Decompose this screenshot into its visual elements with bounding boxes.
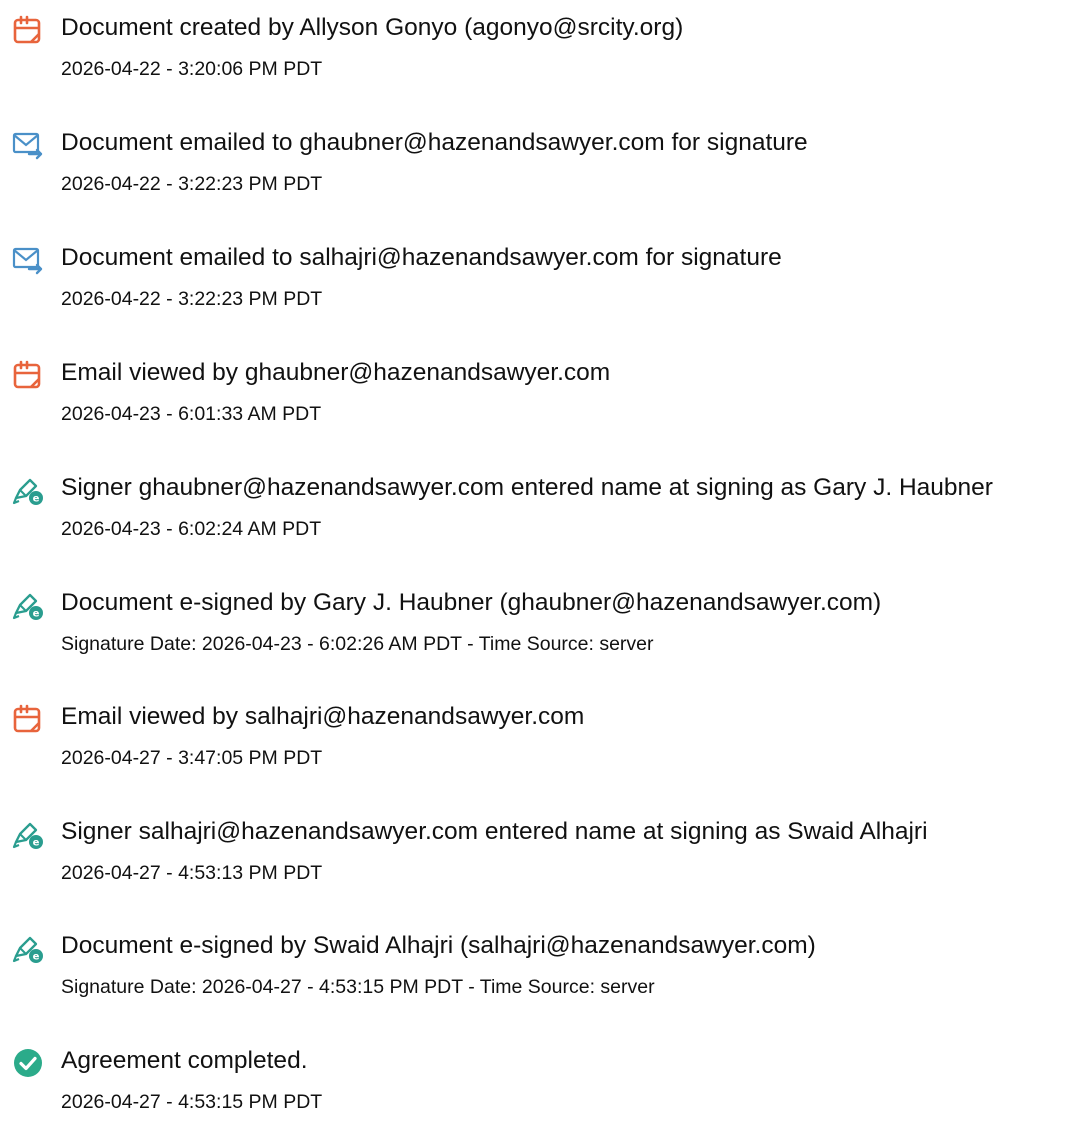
event-description: Document e-signed by Gary J. Haubner (gh… xyxy=(61,589,882,616)
event-description: Document e-signed by Swaid Alhajri (salh… xyxy=(61,932,816,959)
event-description: Signer ghaubner@hazenandsawyer.com enter… xyxy=(61,474,993,501)
audit-event-list: Document created by Allyson Gonyo (agony… xyxy=(0,0,1078,1113)
event-timestamp: 2026-04-22 - 3:20:06 PM PDT xyxy=(61,58,323,80)
signature-icon: e xyxy=(12,818,44,850)
signature-icon: e xyxy=(12,474,44,506)
event-description: Document emailed to ghaubner@hazenandsaw… xyxy=(61,129,808,156)
svg-text:e: e xyxy=(33,838,40,849)
signature-icon: e xyxy=(12,932,44,964)
audit-event: Email viewed by salhajri@hazenandsawyer.… xyxy=(0,689,1078,789)
svg-text:e: e xyxy=(33,952,40,963)
event-timestamp: 2026-04-22 - 3:22:23 PM PDT xyxy=(61,173,323,195)
event-description: Email viewed by ghaubner@hazenandsawyer.… xyxy=(61,359,611,386)
event-description: Signer salhajri@hazenandsawyer.com enter… xyxy=(61,818,928,845)
svg-text:e: e xyxy=(33,494,40,505)
event-timestamp: 2026-04-27 - 3:47:05 PM PDT xyxy=(61,747,323,769)
audit-event: Document created by Allyson Gonyo (agony… xyxy=(0,0,1078,100)
audit-event: Document emailed to ghaubner@hazenandsaw… xyxy=(0,115,1078,215)
email-icon xyxy=(12,129,44,161)
document-icon xyxy=(12,703,44,735)
audit-event: e Signer ghaubner@hazenandsawyer.com ent… xyxy=(0,460,1078,560)
audit-event: Document emailed to salhajri@hazenandsaw… xyxy=(0,230,1078,330)
audit-event: e Signer salhajri@hazenandsawyer.com ent… xyxy=(0,804,1078,904)
event-timestamp: 2026-04-27 - 4:53:13 PM PDT xyxy=(61,862,323,884)
event-description: Agreement completed. xyxy=(61,1047,308,1074)
event-timestamp: 2026-04-23 - 6:01:33 AM PDT xyxy=(61,403,322,425)
checkmark-icon xyxy=(12,1047,44,1079)
audit-event: Agreement completed. 2026-04-27 - 4:53:1… xyxy=(0,1033,1078,1133)
email-icon xyxy=(12,244,44,276)
event-timestamp: 2026-04-22 - 3:22:23 PM PDT xyxy=(61,288,323,310)
event-timestamp: 2026-04-27 - 4:53:15 PM PDT xyxy=(61,1091,323,1113)
audit-event: Email viewed by ghaubner@hazenandsawyer.… xyxy=(0,345,1078,445)
audit-event: e Document e-signed by Swaid Alhajri (sa… xyxy=(0,918,1078,1018)
document-icon xyxy=(12,14,44,46)
event-description: Document emailed to salhajri@hazenandsaw… xyxy=(61,244,782,271)
svg-text:e: e xyxy=(33,609,40,620)
document-icon xyxy=(12,359,44,391)
event-timestamp: 2026-04-23 - 6:02:24 AM PDT xyxy=(61,518,322,540)
audit-event: e Document e-signed by Gary J. Haubner (… xyxy=(0,575,1078,675)
event-timestamp: Signature Date: 2026-04-27 - 4:53:15 PM … xyxy=(61,976,655,998)
event-timestamp: Signature Date: 2026-04-23 - 6:02:26 AM … xyxy=(61,633,654,655)
signature-icon: e xyxy=(12,589,44,621)
event-description: Document created by Allyson Gonyo (agony… xyxy=(61,14,684,41)
event-description: Email viewed by salhajri@hazenandsawyer.… xyxy=(61,703,585,730)
